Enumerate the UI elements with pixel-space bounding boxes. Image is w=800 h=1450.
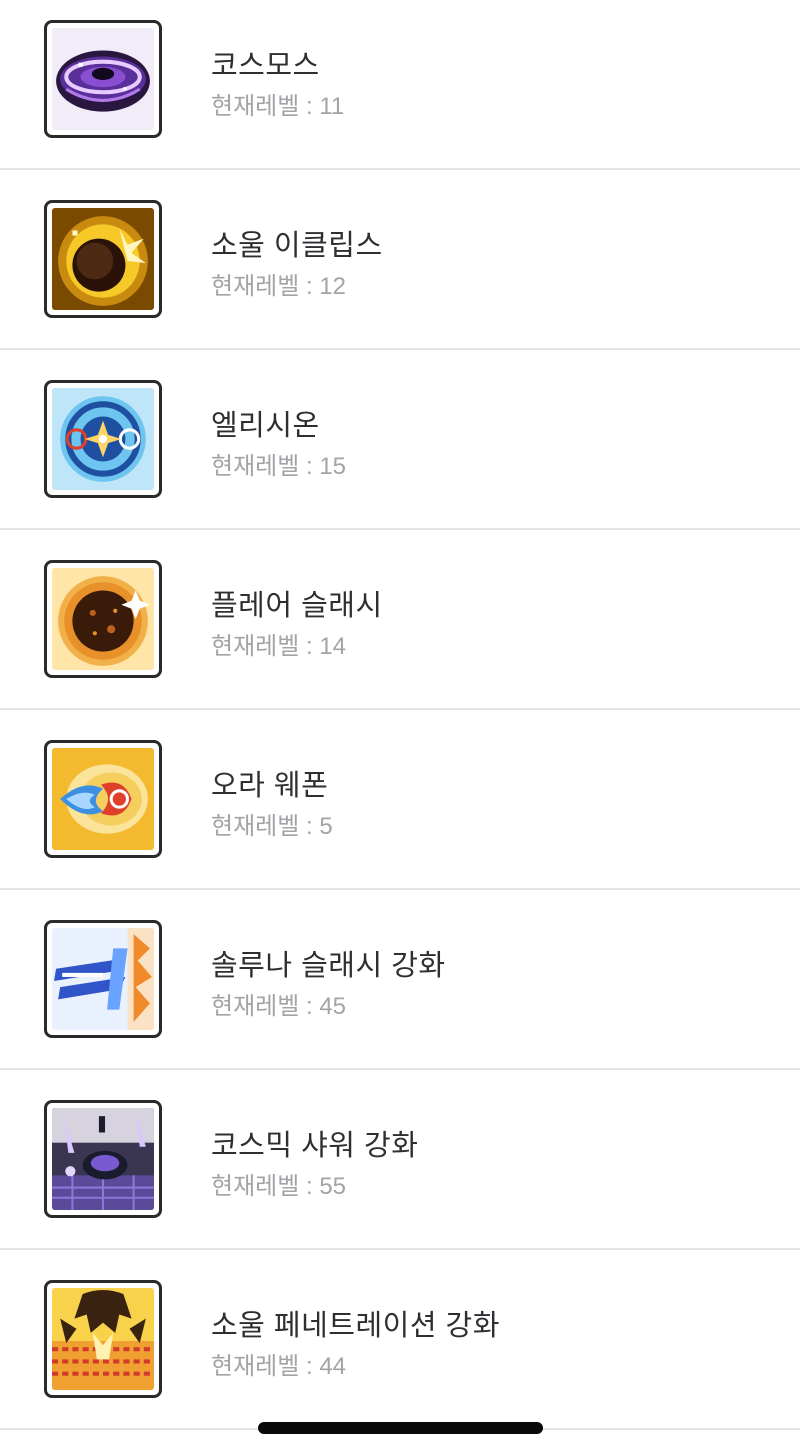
soluna-slash-icon xyxy=(44,920,162,1038)
soul-eclipse-icon xyxy=(44,200,162,318)
skill-name: 소울 이클립스 xyxy=(211,230,383,262)
skill-row-flare-slash[interactable]: 플레어 슬래시 현재레벨 : 14 xyxy=(0,530,800,710)
home-indicator[interactable] xyxy=(258,1422,543,1434)
cosmic-shower-icon xyxy=(44,1100,162,1218)
aura-weapon-icon xyxy=(44,740,162,858)
skill-level: 현재레벨 : 11 xyxy=(211,93,345,120)
skill-name: 오라 웨폰 xyxy=(211,770,329,802)
skill-row-soluna-slash[interactable]: 솔루나 슬래시 강화 현재레벨 : 45 xyxy=(0,890,800,1070)
skill-row-cosmos[interactable]: 코스모스 현재레벨 : 11 xyxy=(0,0,800,170)
skill-name: 플레어 슬래시 xyxy=(211,590,383,622)
elysion-icon xyxy=(44,380,162,498)
skill-level: 현재레벨 : 15 xyxy=(211,453,347,480)
skill-level: 현재레벨 : 5 xyxy=(211,813,333,840)
skill-level: 현재레벨 : 44 xyxy=(211,1353,347,1380)
soul-penetration-icon xyxy=(44,1280,162,1398)
skill-list: 코스모스 현재레벨 : 11 소울 이클립스 현재레벨 : 12 엘리시온 현재… xyxy=(0,0,800,1430)
skill-name: 코스모스 xyxy=(211,50,320,82)
skill-row-cosmic-shower[interactable]: 코스믹 샤워 강화 현재레벨 : 55 xyxy=(0,1070,800,1250)
skill-row-aura-weapon[interactable]: 오라 웨폰 현재레벨 : 5 xyxy=(0,710,800,890)
skill-name: 엘리시온 xyxy=(211,410,320,442)
skill-level: 현재레벨 : 45 xyxy=(211,993,347,1020)
cosmos-icon xyxy=(44,20,162,138)
skill-row-soul-eclipse[interactable]: 소울 이클립스 현재레벨 : 12 xyxy=(0,170,800,350)
flare-slash-icon xyxy=(44,560,162,678)
skill-name: 솔루나 슬래시 강화 xyxy=(211,950,446,982)
skill-row-soul-penetration[interactable]: 소울 페네트레이션 강화 현재레벨 : 44 xyxy=(0,1250,800,1430)
skill-level: 현재레벨 : 14 xyxy=(211,633,347,660)
skill-row-elysion[interactable]: 엘리시온 현재레벨 : 15 xyxy=(0,350,800,530)
skill-name: 코스믹 샤워 강화 xyxy=(211,1130,419,1162)
skill-level: 현재레벨 : 55 xyxy=(211,1173,347,1200)
skill-level: 현재레벨 : 12 xyxy=(211,273,347,300)
skill-name: 소울 페네트레이션 강화 xyxy=(211,1310,500,1342)
